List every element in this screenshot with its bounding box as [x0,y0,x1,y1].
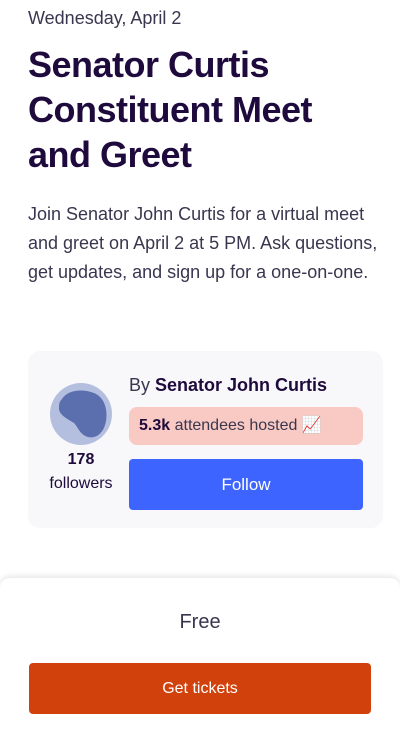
attendees-text: attendees hosted [174,417,298,434]
organizer-card: 178 followers By Senator John Curtis 5.3… [28,351,383,528]
followers-label: followers [49,475,113,492]
organizer-name[interactable]: Senator John Curtis [155,375,327,395]
ticket-price: Free [179,611,221,633]
organizer-by-line: By Senator John Curtis [129,375,327,396]
ticket-panel: Free Get tickets [0,578,400,729]
organizer-avatar[interactable] [50,383,112,445]
event-page: Wednesday, April 2 Senator Curtis Consti… [0,0,400,729]
followers-count: 178 [67,451,95,468]
event-date: Wednesday, April 2 [28,8,182,28]
attendees-hosted-badge: 5.3k attendees hosted 📈 [129,407,363,445]
attendees-count: 5.3k [139,417,171,434]
get-tickets-button[interactable]: Get tickets [29,663,371,714]
event-title: Senator Curtis Constituent Meet and Gree… [28,44,313,175]
by-prefix: By [129,375,151,395]
follow-button[interactable]: Follow [129,459,363,510]
chart-increasing-icon: 📈 [301,417,322,434]
event-description: Join Senator John Curtis for a virtual m… [28,204,378,282]
avatar-blob-icon [58,390,107,438]
